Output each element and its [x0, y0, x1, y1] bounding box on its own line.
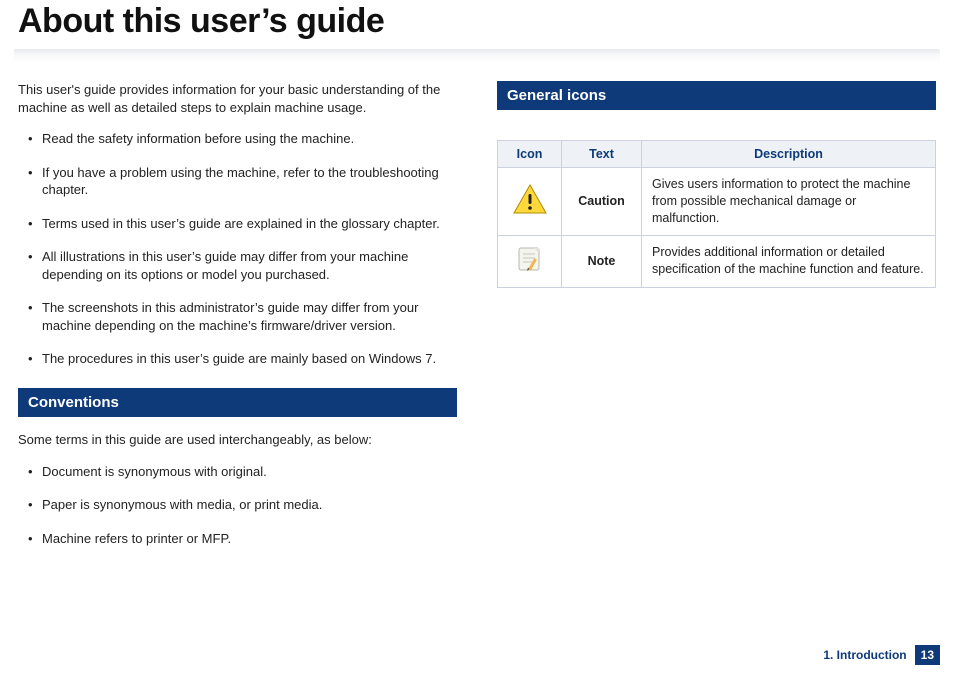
icons-table: Icon Text Description — [497, 140, 936, 288]
list-item: Read the safety information before using… — [18, 130, 457, 148]
intro-bullets: Read the safety information before using… — [18, 130, 457, 368]
content-columns: This user's guide provides information f… — [0, 81, 954, 563]
list-item: Paper is synonymous with media, or print… — [18, 496, 457, 514]
table-row: Note Provides additional information or … — [498, 235, 936, 287]
th-text: Text — [562, 141, 642, 168]
right-column: General icons Icon Text Description — [497, 81, 936, 563]
caution-desc: Gives users information to protect the m… — [642, 168, 936, 236]
table-row: Caution Gives users information to prote… — [498, 168, 936, 236]
th-desc: Description — [642, 141, 936, 168]
general-icons-heading: General icons — [497, 81, 936, 110]
caution-icon — [513, 184, 547, 214]
list-item: Terms used in this user’s guide are expl… — [18, 215, 457, 233]
note-icon — [515, 244, 545, 274]
list-item: Document is synonymous with original. — [18, 463, 457, 481]
conventions-sub: Some terms in this guide are used interc… — [18, 431, 457, 449]
page-footer: 1. Introduction 13 — [823, 645, 940, 665]
list-item: The procedures in this user’s guide are … — [18, 350, 457, 368]
page-title: About this user’s guide — [0, 0, 954, 49]
list-item: The screenshots in this administrator’s … — [18, 299, 457, 334]
list-item: All illustrations in this user’s guide m… — [18, 248, 457, 283]
list-item: Machine refers to printer or MFP. — [18, 530, 457, 548]
caution-icon-cell — [498, 168, 562, 236]
conventions-bullets: Document is synonymous with original. Pa… — [18, 463, 457, 548]
footer-page-number: 13 — [915, 645, 940, 665]
list-item: If you have a problem using the machine,… — [18, 164, 457, 199]
th-icon: Icon — [498, 141, 562, 168]
note-text: Note — [562, 235, 642, 287]
table-header-row: Icon Text Description — [498, 141, 936, 168]
title-underline — [14, 49, 940, 63]
left-column: This user's guide provides information f… — [18, 81, 457, 563]
caution-text: Caution — [562, 168, 642, 236]
intro-text: This user's guide provides information f… — [18, 81, 457, 116]
footer-chapter: 1. Introduction — [823, 648, 906, 662]
note-icon-cell — [498, 235, 562, 287]
note-desc: Provides additional information or detai… — [642, 235, 936, 287]
conventions-heading: Conventions — [18, 388, 457, 417]
